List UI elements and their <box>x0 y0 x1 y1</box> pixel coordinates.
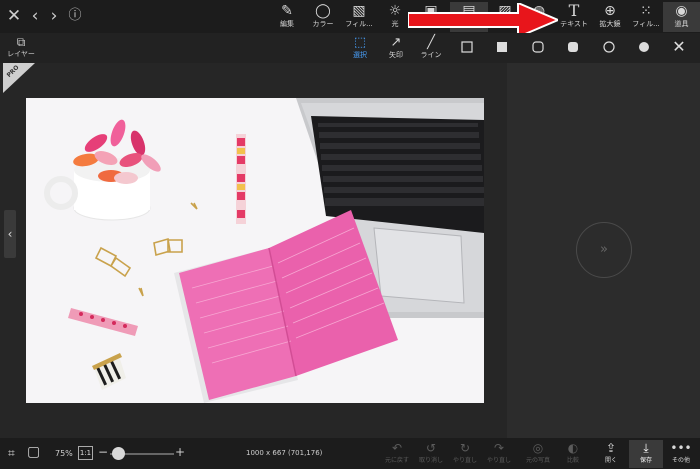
image-size-info: 1000 x 667 (701,176) <box>246 449 323 457</box>
zoom-slider-handle[interactable] <box>111 447 125 460</box>
arrow-tool[interactable]: ↗ 矢印 <box>380 35 412 62</box>
zoom-in-icon[interactable]: + <box>175 445 185 459</box>
redo-icon: ↻ <box>459 441 471 455</box>
download-icon: ⤓ <box>643 441 649 455</box>
ratio-button[interactable]: 1:1 <box>78 446 93 460</box>
save-button[interactable]: ⤓ 保存 <box>629 440 663 468</box>
palette-icon: ◉ <box>675 3 688 19</box>
rounded-square-filled-icon[interactable] <box>567 41 579 53</box>
grid-dots-icon: ⁙ <box>640 3 652 19</box>
more-button[interactable]: ••• その他 <box>664 440 698 468</box>
close-panel-icon[interactable]: ✕ <box>670 37 688 57</box>
more-dots-icon: ••• <box>670 441 692 455</box>
redo-step-icon: ↷ <box>493 441 505 455</box>
circle-outline-icon[interactable] <box>603 41 615 53</box>
zoom-level: 75% <box>55 449 73 458</box>
line-tool[interactable]: ╱ ライン <box>415 35 447 62</box>
tool-color[interactable]: ◯ カラー <box>304 2 342 32</box>
arrow-icon: ↗ <box>390 35 402 50</box>
pro-badge: PRO <box>3 63 35 93</box>
open-button[interactable]: ⇪ 開く <box>594 440 628 468</box>
original-icon: ◎ <box>532 441 544 455</box>
select-tool[interactable]: ⬚ 選択 <box>344 35 376 62</box>
edit-icon: ✎ <box>281 3 293 19</box>
circle-filled-icon[interactable] <box>638 41 650 53</box>
double-chevron-icon: » <box>600 242 608 257</box>
tool-filter2[interactable]: ⁙ フィル... <box>627 2 665 32</box>
layers-icon: ⧉ <box>16 35 26 49</box>
share-icon: ⇪ <box>605 441 617 455</box>
expand-panel-button[interactable]: » <box>576 222 632 278</box>
close-icon[interactable]: ✕ <box>5 6 23 26</box>
undo-button[interactable]: ↶ 元に戻す <box>380 440 414 468</box>
zoom-out-icon[interactable]: − <box>98 445 108 459</box>
square-outline-icon[interactable] <box>461 41 473 53</box>
redo-step-button[interactable]: ↷ やり直し <box>482 440 516 468</box>
tool-tools[interactable]: ◉ 道具 <box>663 2 700 32</box>
filter-frame-icon: ▧ <box>352 3 366 19</box>
forward-icon[interactable]: › <box>45 6 63 26</box>
color-circle-icon: ◯ <box>315 3 331 19</box>
text-icon: T <box>568 1 580 20</box>
info-icon[interactable]: ⓘ <box>66 6 84 26</box>
magnifier-icon: ⊕ <box>604 3 616 19</box>
redo-button[interactable]: ↻ やり直し <box>448 440 482 468</box>
tool-text[interactable]: T テキスト <box>555 2 593 32</box>
tool-magnifier[interactable]: ⊕ 拡大鏡 <box>591 2 629 32</box>
undo-icon: ↶ <box>391 441 403 455</box>
line-icon: ╱ <box>427 35 435 50</box>
compare-icon: ◐ <box>567 441 579 455</box>
layer-button[interactable]: ⧉ レイヤー <box>6 35 36 61</box>
frame-toggle-icon[interactable]: ▢ <box>27 444 40 460</box>
rounded-square-outline-icon[interactable] <box>532 41 544 53</box>
tool-edit[interactable]: ✎ 編集 <box>268 2 306 32</box>
desk-photo <box>26 98 484 403</box>
undo-step-icon: ↺ <box>425 441 437 455</box>
top-toolbar: ✕ ‹ › ⓘ ✎ 編集 ◯ カラー ▧ フィル... ☼ 光 ▣ ▤ ▨ ◍ … <box>0 0 700 33</box>
crop-grid-icon[interactable]: ⌗ <box>8 446 15 461</box>
photo-canvas[interactable] <box>26 98 484 403</box>
square-filled-icon[interactable] <box>496 41 508 53</box>
compare-button[interactable]: ◐ 比較 <box>556 440 590 468</box>
tool-filter[interactable]: ▧ フィル... <box>340 2 378 32</box>
back-icon[interactable]: ‹ <box>26 6 44 26</box>
undo-step-button[interactable]: ↺ 取り消し <box>414 440 448 468</box>
left-panel-toggle[interactable]: ‹ <box>4 210 16 258</box>
original-photo-button[interactable]: ◎ 元の写真 <box>521 440 555 468</box>
select-icon: ⬚ <box>353 35 367 50</box>
